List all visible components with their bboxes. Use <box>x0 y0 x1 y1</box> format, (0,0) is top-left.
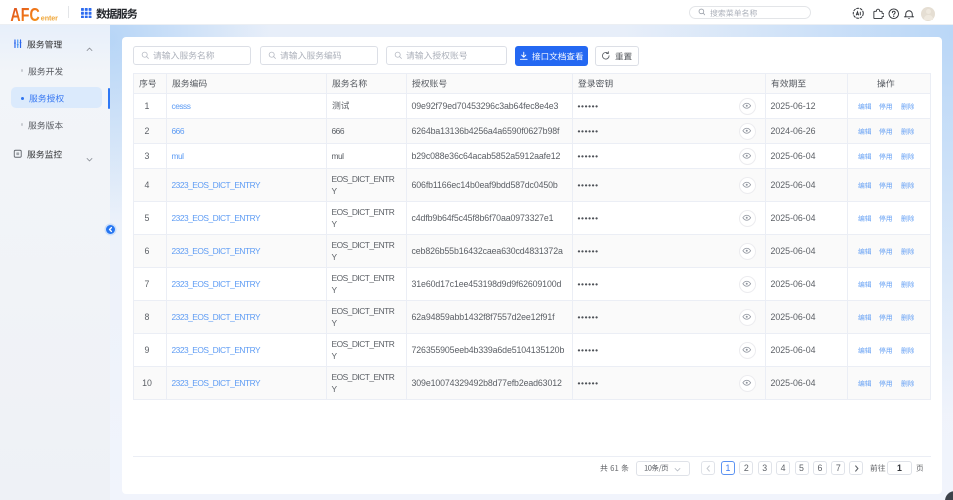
svg-text:AFC: AFC <box>10 5 40 23</box>
svg-text:enter: enter <box>41 13 58 22</box>
